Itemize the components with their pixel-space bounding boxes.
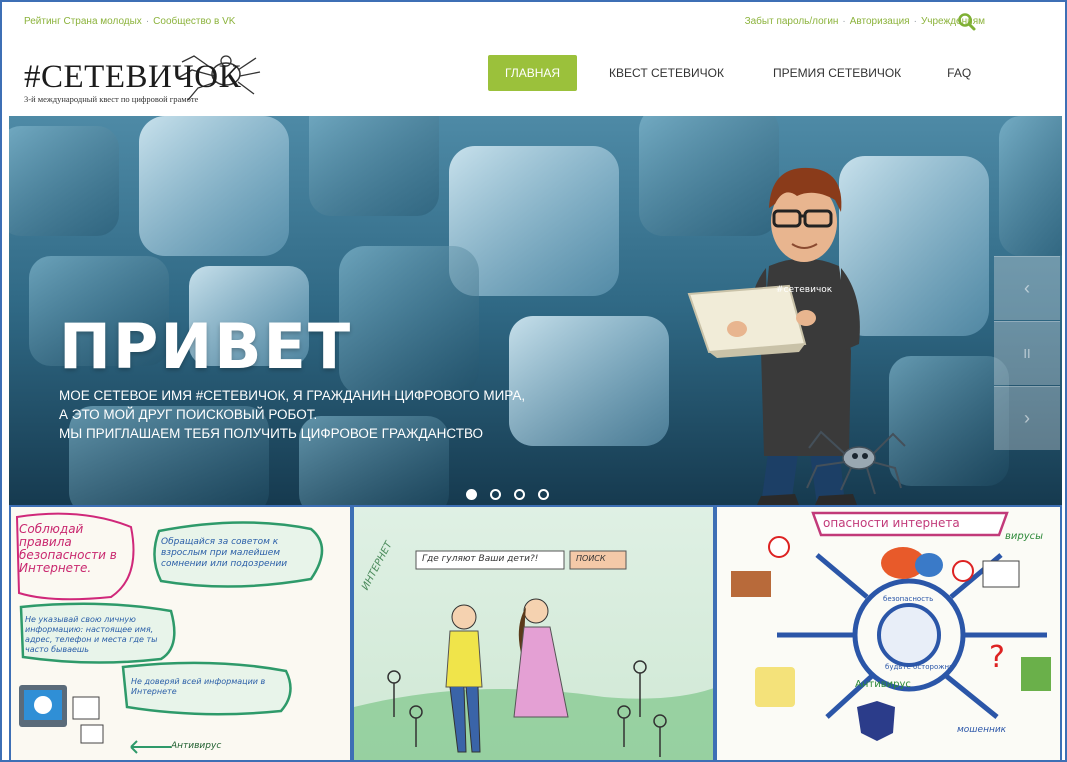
hero-title: ПРИВЕТ	[59, 310, 353, 383]
login-link[interactable]: Авторизация	[850, 16, 910, 27]
drawing-card-safety-rules[interactable]: Соблюдай правила безопасности в Интернет…	[9, 505, 352, 762]
nav-award[interactable]: ПРЕМИЯ СЕТЕВИЧОК	[773, 66, 901, 80]
drawing-search-button: ПОИСК	[576, 554, 606, 563]
drawings-gallery: Соблюдай правила безопасности в Интернет…	[9, 505, 1062, 762]
rating-link[interactable]: Рейтинг Страна молодых	[24, 16, 142, 27]
page: Рейтинг Страна молодых · Сообщество в VK З…	[0, 0, 1067, 762]
hero-line-2: А ЭТО МОЙ ДРУГ ПОИСКОВЫЙ РОБОТ.	[59, 407, 318, 422]
hero-slider: #сетевичок ПРИВЕТ МОЕ СЕТЕВОЕ ИМЯ #СЕТЕВ…	[9, 116, 1062, 505]
drawing-heading: Соблюдай правила безопасности в Интернет…	[19, 522, 117, 575]
drawing-internet-dangers: ?	[717, 507, 1060, 760]
search-icon[interactable]	[957, 12, 977, 32]
hero-line-3: МЫ ПРИГЛАШАЕМ ТЕБЯ ПОЛУЧИТЬ ЦИФРОВОЕ ГРА…	[59, 426, 484, 441]
drawing-search-field: Где гуляют Ваши дети?!	[422, 554, 539, 564]
site-logo[interactable]: #СЕТЕВИЧОК 3-й международный квест по ци…	[24, 54, 261, 108]
slider-next-button[interactable]: ›	[994, 386, 1060, 450]
slider-dot-4[interactable]	[538, 489, 549, 500]
top-utility-bar: Рейтинг Страна молодых · Сообщество в VK З…	[24, 16, 985, 34]
slider-dot-2[interactable]	[490, 489, 501, 500]
drawing-center-text: безопасность	[883, 595, 934, 603]
logo-title: #СЕТЕВИЧОК	[24, 59, 242, 95]
drawing-card-kids-internet[interactable]: Где гуляют Ваши дети?! ПОИСК ИНТЕРНЕТ	[352, 505, 715, 762]
vk-community-link[interactable]: Сообщество в VK	[153, 16, 235, 27]
drawing-card-internet-dangers[interactable]: ? опасности интернета вирусы безопасност…	[715, 505, 1062, 762]
slider-prev-button[interactable]: ‹	[994, 256, 1060, 320]
slider-dots	[466, 489, 562, 500]
drawing-bubble-trust: Не доверяй всей информации в Интернете	[131, 677, 266, 696]
drawing-fraud: мошенник	[957, 725, 1007, 735]
drawing-banner: опасности интернета	[823, 516, 960, 530]
slider-pause-button[interactable]: II	[994, 321, 1060, 385]
logo-subtitle: 3-й международный квест по цифровой грам…	[24, 94, 199, 104]
shirt-text: #сетевичок	[776, 285, 833, 295]
chevron-right-icon: ›	[1024, 408, 1030, 428]
hero-line-1: МОЕ СЕТЕВОЕ ИМЯ #СЕТЕВИЧОК, Я ГРАЖДАНИН …	[59, 388, 526, 403]
drawing-antivirus: Антивирус	[855, 679, 911, 690]
nav-quest[interactable]: КВЕСТ СЕТЕВИЧОК	[609, 66, 724, 80]
top-left-links: Рейтинг Страна молодых · Сообщество в VK	[24, 16, 235, 27]
drawing-bottom-text: будьте осторожны	[885, 663, 955, 671]
hero-text: МОЕ СЕТЕВОЕ ИМЯ #СЕТЕВИЧОК, Я ГРАЖДАНИН …	[59, 386, 525, 443]
forgot-password-link[interactable]: Забыт пароль/логин	[745, 16, 839, 27]
drawing-bubble-personal-info: Не указывай свою личную информацию: наст…	[25, 615, 158, 654]
pause-icon: II	[1023, 346, 1031, 361]
drawing-footer: Антивирус	[171, 741, 222, 751]
separator: ·	[842, 16, 846, 27]
chevron-left-icon: ‹	[1024, 278, 1030, 298]
slider-dot-3[interactable]	[514, 489, 525, 500]
svg-text:?: ?	[989, 640, 1005, 675]
separator: ·	[913, 16, 917, 27]
separator: ·	[145, 16, 150, 27]
main-nav: ГЛАВНАЯ КВЕСТ СЕТЕВИЧОК ПРЕМИЯ СЕТЕВИЧОК…	[488, 55, 971, 91]
slider-dot-1[interactable]	[466, 489, 477, 500]
nav-faq[interactable]: FAQ	[947, 66, 971, 80]
top-right-links: Забыт пароль/логин · Авторизация · Учреждени…	[745, 16, 985, 27]
nav-home[interactable]: ГЛАВНАЯ	[488, 55, 578, 91]
drawing-viruses: вирусы	[1005, 531, 1044, 542]
drawing-kids-internet	[354, 507, 713, 760]
drawing-bubble-advice: Обращайся за советом к взрослым при мале…	[161, 537, 288, 569]
